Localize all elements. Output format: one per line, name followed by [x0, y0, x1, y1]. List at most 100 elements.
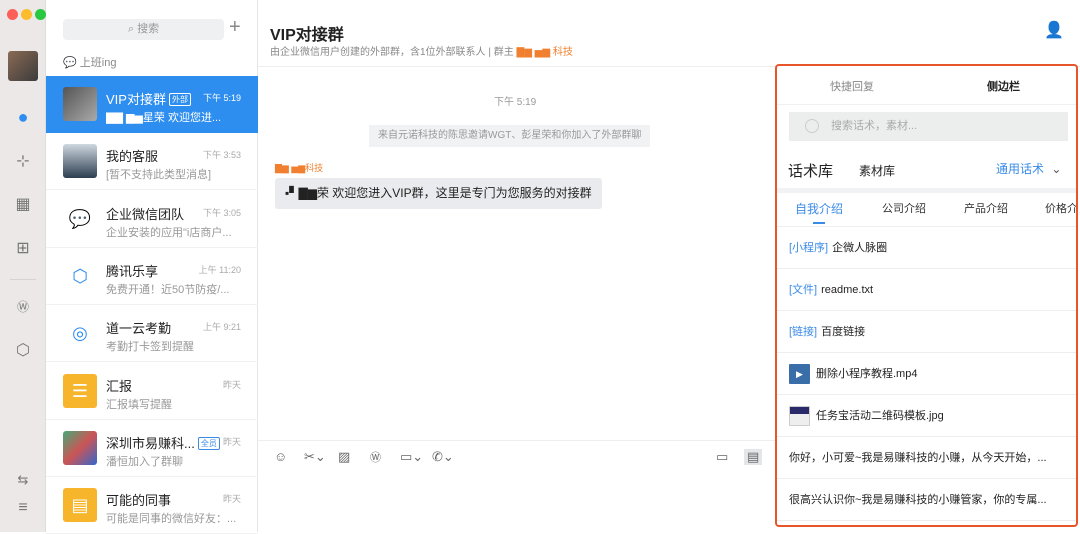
scissors-icon[interactable]: ✂⌄	[304, 449, 326, 465]
minimize-window-button[interactable]	[21, 9, 32, 20]
script-item[interactable]: ▶ 删除小程序教程.mp4	[777, 353, 1076, 395]
tab-sidebar[interactable]: 侧边栏	[987, 78, 1020, 94]
name-text: 腾讯乐享	[106, 263, 159, 279]
tab-material-library[interactable]: 素材库	[859, 162, 895, 179]
image-file-icon	[789, 406, 810, 427]
add-icon[interactable]: +	[229, 16, 241, 39]
conversation-time: 昨天	[222, 436, 241, 447]
video-icon: ▶	[789, 364, 810, 385]
conversation-name: 我的客服	[106, 146, 158, 165]
conversation-avatar	[63, 87, 97, 121]
active-subtab-indicator	[813, 222, 825, 224]
category-label: 通用话术	[996, 162, 1045, 176]
tab-script-library[interactable]: 话术库	[788, 160, 833, 181]
item-text: 百度链接	[821, 326, 866, 338]
tab-quick-reply[interactable]: 快捷回复	[830, 78, 874, 94]
search-icon	[805, 119, 819, 133]
name-text: 我的客服	[106, 149, 159, 165]
name-text: 企业微信团队	[106, 206, 185, 222]
search-input[interactable]: ⌕ 搜索	[63, 19, 224, 40]
tab-divider	[777, 104, 1076, 105]
conversation-preview: 免费开通！近50节防疫/...	[106, 283, 230, 296]
system-message: 来自元诺科技的陈思邀请WGT、彭星荣和你加入了外部群聊	[369, 125, 651, 147]
folder-icon[interactable]: ▭⌄	[400, 449, 423, 465]
search-placeholder: 搜索话术，素材...	[831, 120, 918, 132]
script-item[interactable]: 你好，小可爱~我是易赚科技的小赚，从今天开始，...	[777, 437, 1076, 479]
category-select[interactable]: 通用话术 ⌄	[996, 160, 1061, 177]
sidebar-toggle-icon[interactable]: ▤	[744, 449, 763, 465]
chat-subtitle: 由企业微信用户创建的外部群，含1位外部联系人 | 群主 ▇▆ ▅▆ 科技	[270, 43, 573, 58]
item-text: 企微人脉圈	[832, 242, 888, 254]
name-text: VIP对接群	[106, 92, 166, 107]
conversation-preview: 企业安装的应用"i店商户...	[106, 226, 232, 239]
conversation-item[interactable]: ☰ 汇报 昨天 汇报填写提醒	[46, 363, 258, 420]
calendar-icon[interactable]: ▦	[13, 195, 33, 215]
screen-icon[interactable]: ▭	[716, 449, 728, 465]
toolbar-divider	[258, 440, 775, 441]
script-item[interactable]: 任务宝活动二维码模板.jpg	[777, 395, 1076, 437]
conversation-item[interactable]: ◎ 道一云考勤 上午 9:21 考勤打卡签到提醒	[46, 305, 258, 363]
name-text: 可能的同事	[106, 493, 172, 509]
conversation-avatar	[63, 430, 97, 465]
workbench-icon[interactable]: ⬡	[13, 341, 33, 361]
subtab-self-intro[interactable]: 自我介绍	[795, 200, 843, 217]
conversation-time: 昨天	[222, 379, 241, 390]
item-text: readme.txt	[821, 284, 874, 296]
conversation-item[interactable]: 深圳市易赚科... 全员 昨天 潘恒加入了群聊	[46, 420, 258, 477]
conversation-preview: 可能是同事的微信好友：...	[106, 513, 237, 526]
maximize-window-button[interactable]	[35, 9, 46, 20]
emoji-icon[interactable]: ☺	[274, 449, 287, 464]
conversation-preview: 潘恒加入了群聊	[106, 455, 183, 468]
contacts-icon[interactable]: ⊹	[13, 152, 33, 172]
script-item[interactable]: [链接] 百度链接	[777, 311, 1076, 353]
section-separator	[777, 188, 1076, 193]
subtab-company-intro[interactable]: 公司介绍	[882, 200, 926, 216]
conversation-avatar	[63, 144, 97, 179]
script-item[interactable]: 很高兴认识你~我是易赚科技的小赚管家，你的专属...	[777, 479, 1076, 521]
apps-icon[interactable]: ⊞	[13, 239, 33, 259]
image-icon[interactable]: ▨	[338, 449, 350, 465]
status-text[interactable]: 💬 上班ing	[63, 54, 116, 70]
add-member-icon[interactable]: 👤	[1044, 20, 1064, 40]
conversation-item[interactable]: VIP对接群 外部 下午 5:19 ▇▇ ▆▅星荣 欢迎您进...	[46, 76, 258, 133]
name-text: 深圳市易赚科...	[106, 435, 195, 451]
menu-icon[interactable]: ≡	[13, 498, 33, 518]
name-text: 道一云考勤	[106, 321, 172, 337]
conversation-item[interactable]: ▤ 可能的同事 昨天 可能是同事的微信好友：...	[46, 477, 258, 534]
conversation-time: 上午 9:21	[202, 322, 241, 333]
item-text: 删除小程序教程.mp4	[816, 368, 918, 380]
item-type-tag: [文件]	[789, 284, 818, 296]
conversation-avatar: ◎	[63, 316, 97, 351]
conversation-badge: 全员	[197, 436, 220, 450]
conversation-item[interactable]: ⬡ 腾讯乐享 上午 11:20 免费开通！近50节防疫/...	[46, 248, 258, 305]
conversation-list: ⌕ 搜索 + 💬 上班ing VIP对接群 外部 下午 5:19 ▇▇ ▆▅星荣 …	[46, 0, 258, 534]
rail-divider	[10, 279, 36, 280]
message-sender[interactable]: ▇▆ ▅▆科技	[275, 161, 323, 174]
subtitle-text: 由企业微信用户创建的外部群，含1位外部联系人 | 群主	[270, 47, 514, 58]
conversation-item[interactable]: 我的客服 下午 3:53 [暂不支持此类型消息]	[46, 133, 258, 191]
subtab-product-intro[interactable]: 产品介绍	[964, 200, 1008, 216]
phone-icon[interactable]: ✆⌄	[432, 449, 454, 465]
item-text: 很高兴认识你~我是易赚科技的小赚管家，你的专属...	[789, 494, 1047, 506]
subtab-price-intro[interactable]: 价格介绍	[1045, 200, 1076, 216]
script-item[interactable]: [文件] readme.txt	[777, 269, 1076, 311]
conversation-preview: 考勤打卡签到提醒	[106, 341, 194, 354]
message-time: 下午 5:19	[494, 97, 537, 108]
script-search-input[interactable]: 搜索话术，素材...	[789, 112, 1068, 141]
conversation-item[interactable]: 💬 企业微信团队 下午 3:05 企业安装的应用"i店商户...	[46, 191, 258, 248]
chat-icon[interactable]: ●	[13, 107, 33, 127]
switch-icon[interactable]: ⇆	[13, 470, 33, 490]
document-icon[interactable]: Ⓦ	[370, 449, 381, 465]
conversation-time: 昨天	[222, 494, 241, 505]
conversation-time: 上午 11:20	[198, 264, 241, 275]
conversation-avatar: ▤	[63, 488, 97, 523]
script-item[interactable]: [小程序] 企微人脉圈	[777, 227, 1076, 269]
close-window-button[interactable]	[7, 9, 18, 20]
conversation-name: 汇报	[106, 376, 132, 395]
item-type-tag: [小程序]	[789, 242, 829, 254]
message-bubble[interactable]: ▪▘▇▆荣 欢迎您进入VIP群，这里是专门为您服务的对接群	[275, 178, 602, 209]
avatar[interactable]	[8, 51, 38, 81]
group-owner[interactable]: ▇▆ ▅▆ 科技	[517, 47, 573, 58]
document-icon[interactable]: Ⓦ	[13, 297, 33, 317]
conversation-time: 下午 5:19	[202, 93, 241, 103]
